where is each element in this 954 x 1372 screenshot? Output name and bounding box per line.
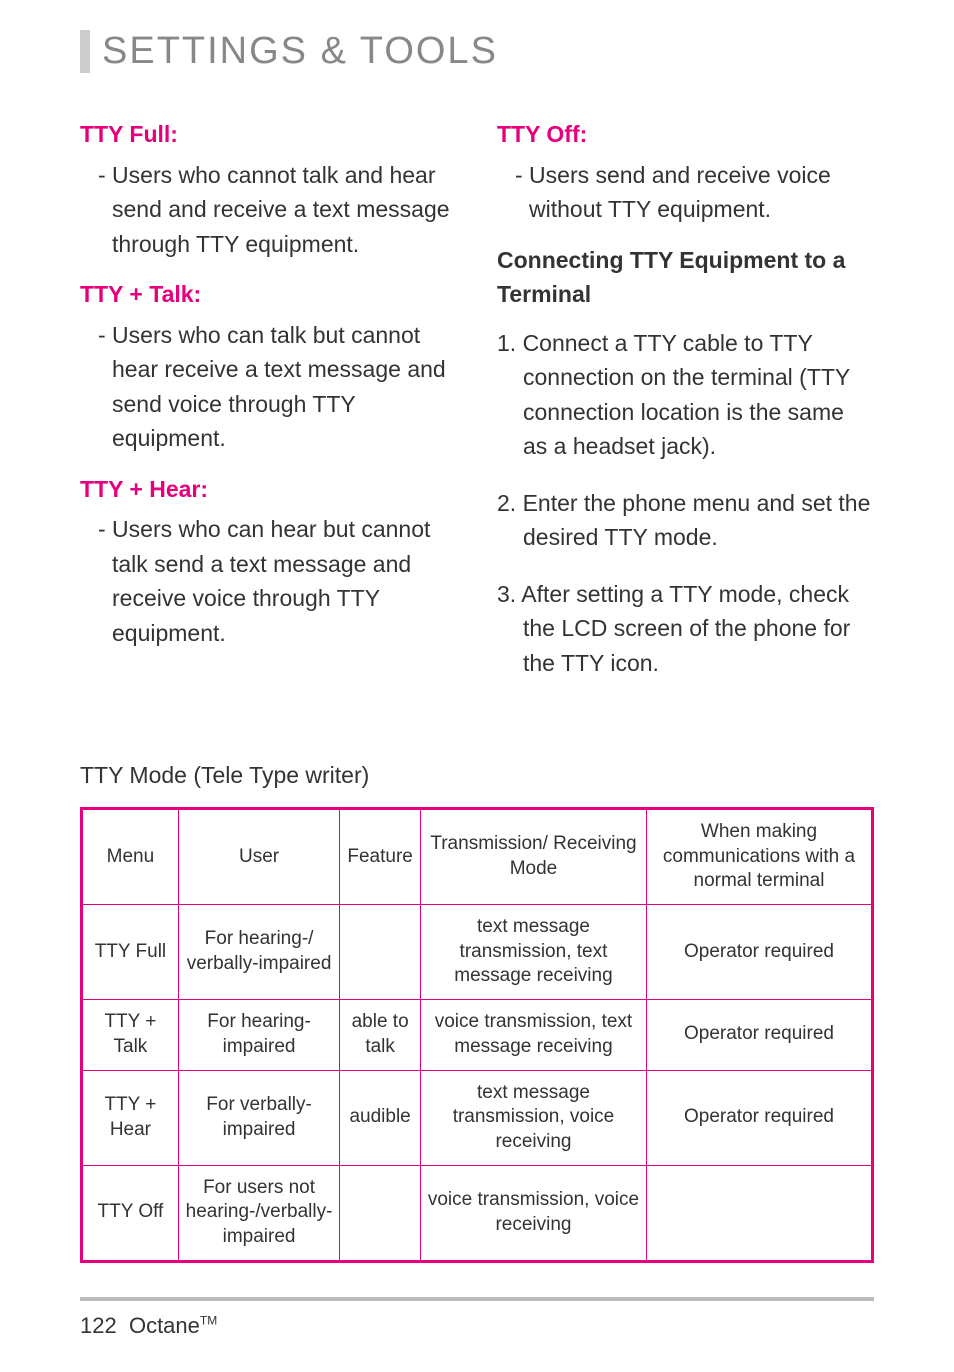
page-footer: 122 OctaneTM: [80, 1297, 874, 1339]
step-1: 1. Connect a TTY cable to TTY connection…: [523, 326, 874, 464]
step-2: 2. Enter the phone menu and set the desi…: [523, 486, 874, 555]
cell-comm: Operator required: [646, 1000, 872, 1070]
cell-menu: TTY + Hear: [82, 1070, 179, 1165]
mode-tty-hear-title: TTY + Hear:: [80, 472, 457, 507]
product-name: Octane: [129, 1313, 200, 1338]
mode-tty-full-title: TTY Full:: [80, 117, 457, 152]
cell-menu: TTY + Talk: [82, 1000, 179, 1070]
connecting-heading: Connecting TTY Equipment to a Terminal: [497, 243, 874, 312]
page-title: SETTINGS & TOOLS: [80, 30, 874, 73]
table-row: TTY + Talk For hearing-impaired able to …: [82, 1000, 873, 1070]
cell-comm: [646, 1165, 872, 1261]
cell-mode: voice transmission, voice receiving: [420, 1165, 646, 1261]
th-feature: Feature: [340, 809, 421, 905]
right-column: TTY Off: - Users send and receive voice …: [497, 113, 874, 702]
th-user: User: [178, 809, 339, 905]
mode-tty-talk-desc: - Users who can talk but cannot hear rec…: [80, 318, 457, 456]
cell-user: For verbally-impaired: [178, 1070, 339, 1165]
th-menu: Menu: [82, 809, 179, 905]
page-number: 122: [80, 1313, 117, 1338]
cell-comm: Operator required: [646, 1070, 872, 1165]
cell-mode: voice transmission, text message receivi…: [420, 1000, 646, 1070]
cell-comm: Operator required: [646, 905, 872, 1000]
cell-feature: [340, 1165, 421, 1261]
cell-mode: text message transmission, voice receivi…: [420, 1070, 646, 1165]
cell-user: For hearing-impaired: [178, 1000, 339, 1070]
table-header-row: Menu User Feature Transmission/ Receivin…: [82, 809, 873, 905]
cell-mode: text message transmission, text message …: [420, 905, 646, 1000]
cell-user: For users not hearing-/verbally-impaired: [178, 1165, 339, 1261]
tty-table-title: TTY Mode (Tele Type writer): [80, 762, 874, 789]
cell-menu: TTY Off: [82, 1165, 179, 1261]
cell-feature: able to talk: [340, 1000, 421, 1070]
cell-feature: audible: [340, 1070, 421, 1165]
cell-user: For hearing-/ verbally-impaired: [178, 905, 339, 1000]
table-row: TTY Full For hearing-/ verbally-impaired…: [82, 905, 873, 1000]
two-column-layout: TTY Full: - Users who cannot talk and he…: [80, 113, 874, 702]
th-mode: Transmission/ Receiving Mode: [420, 809, 646, 905]
mode-tty-full-desc: - Users who cannot talk and hear send an…: [80, 158, 457, 262]
table-row: TTY Off For users not hearing-/verbally-…: [82, 1165, 873, 1261]
mode-tty-hear-desc: - Users who can hear but cannot talk sen…: [80, 512, 457, 650]
mode-tty-talk-title: TTY + Talk:: [80, 277, 457, 312]
mode-tty-off-desc: - Users send and receive voice without T…: [497, 158, 874, 227]
th-comm: When making communications with a normal…: [646, 809, 872, 905]
cell-feature: [340, 905, 421, 1000]
table-row: TTY + Hear For verbally-impaired audible…: [82, 1070, 873, 1165]
trademark: TM: [200, 1313, 217, 1327]
mode-tty-off-title: TTY Off:: [497, 117, 874, 152]
connecting-steps: 1. Connect a TTY cable to TTY connection…: [497, 326, 874, 681]
tty-mode-table: Menu User Feature Transmission/ Receivin…: [80, 807, 874, 1263]
left-column: TTY Full: - Users who cannot talk and he…: [80, 113, 457, 702]
cell-menu: TTY Full: [82, 905, 179, 1000]
step-3: 3. After setting a TTY mode, check the L…: [523, 577, 874, 681]
